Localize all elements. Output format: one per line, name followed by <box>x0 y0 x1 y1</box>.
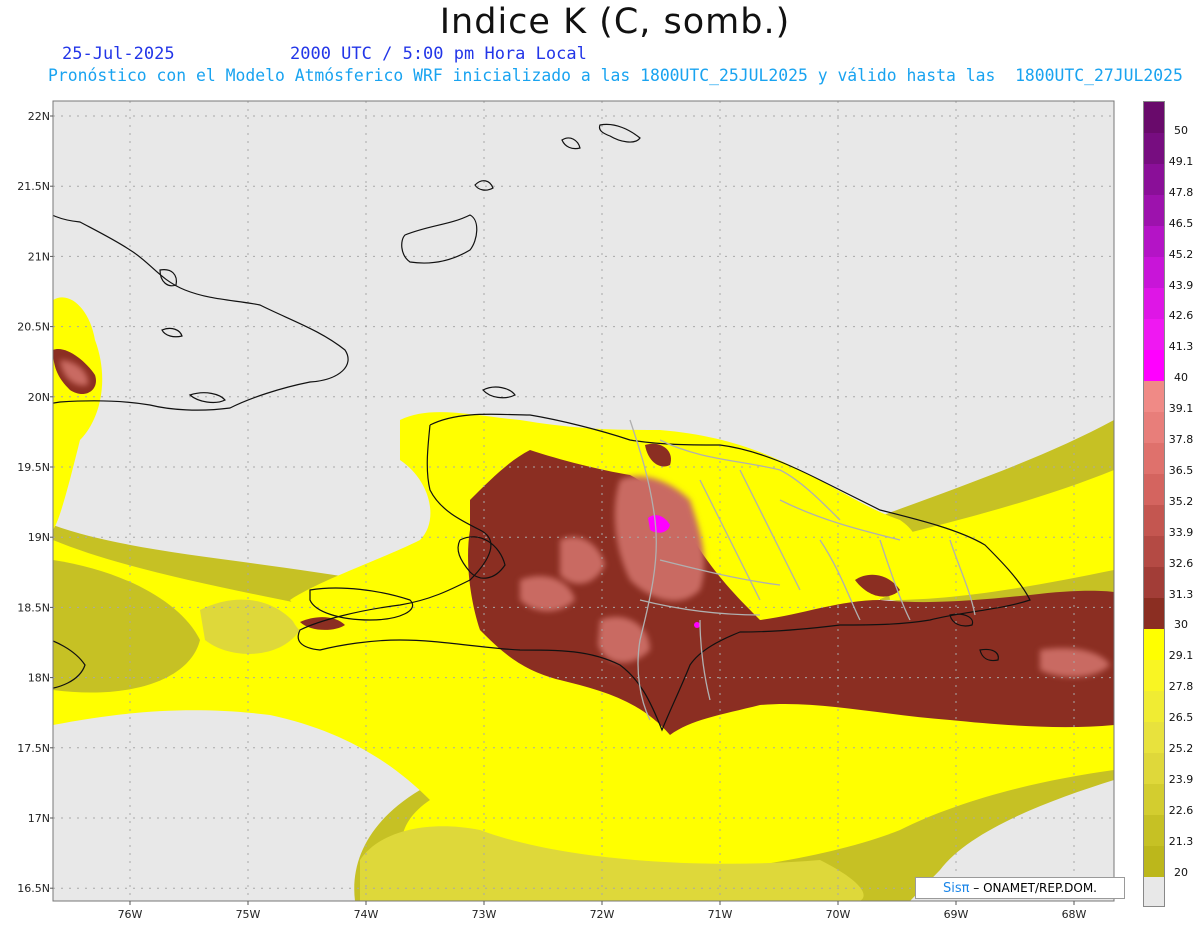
colorbar-label: 30 <box>1174 618 1188 632</box>
lat-label: 17N <box>28 812 50 825</box>
colorbar-label: 36.5 <box>1168 463 1194 477</box>
colorbar-segment <box>1144 412 1164 443</box>
colorbar-segment <box>1144 536 1164 567</box>
colorbar-label: 43.9 <box>1168 278 1194 292</box>
colorbar-segment <box>1144 350 1164 381</box>
colorbar-label: 49.1 <box>1168 154 1194 168</box>
lat-label: 22N <box>28 110 50 123</box>
colorbar-label: 42.6 <box>1168 309 1194 323</box>
colorbar-segment <box>1144 846 1164 877</box>
colorbar-segment <box>1144 815 1164 846</box>
lat-label: 17.5N <box>17 742 50 755</box>
colorbar-label: 32.6 <box>1168 556 1194 570</box>
lon-label: 72W <box>590 908 615 921</box>
colorbar-segment <box>1144 443 1164 474</box>
lat-label: 18.5N <box>17 601 50 614</box>
colorbar-label: 26.5 <box>1168 711 1194 725</box>
colorbar-segment <box>1144 629 1164 660</box>
colorbar-label: 46.5 <box>1168 216 1194 230</box>
colorbar-segment <box>1144 598 1164 629</box>
sisp-logo: Sisπ <box>942 881 970 896</box>
credit-org: – ONAMET/REP.DOM. <box>973 881 1097 895</box>
colorbar-label: 22.6 <box>1168 803 1194 817</box>
magenta-dot <box>694 622 700 628</box>
latitude-ticks: 22N 21.5N 21N 20.5N 20N 19.5N 19N 18.5N 18N 17.5N… <box>17 110 53 895</box>
colorbar-label: 29.1 <box>1168 649 1194 663</box>
colorbar-segment <box>1144 505 1164 536</box>
colorbar-label: 25.2 <box>1168 742 1194 755</box>
colorbar-label: 27.8 <box>1168 680 1194 694</box>
lon-label: 75W <box>236 908 261 921</box>
colorbar-label: 45.2 <box>1168 247 1194 261</box>
lat-label: 16.5N <box>17 882 50 895</box>
colorbar-label: 41.3 <box>1168 340 1194 354</box>
lat-label: 18N <box>28 672 50 685</box>
lon-label: 76W <box>118 908 143 921</box>
weather-map: 22N 21.5N 21N 20.5N 20N 19.5N 19N 18.5N 18N 17.5N… <box>17 100 1115 921</box>
colorbar-label: 20 <box>1174 865 1188 879</box>
colorbar-label: 50 <box>1174 124 1188 137</box>
lat-label: 21N <box>28 250 50 263</box>
colorbar <box>1143 101 1165 907</box>
colorbar-segment <box>1144 257 1164 288</box>
lon-label: 68W <box>1062 908 1087 921</box>
lat-label: 19.5N <box>17 461 50 474</box>
colorbar-segment <box>1144 474 1164 505</box>
lon-label: 74W <box>354 908 379 921</box>
colorbar-segment-below <box>1144 877 1164 906</box>
lat-label: 20.5N <box>17 321 50 334</box>
lon-label: 70W <box>826 908 851 921</box>
colorbar-label: 39.1 <box>1168 402 1194 416</box>
colorbar-label: 33.9 <box>1168 525 1194 539</box>
colorbar-segment <box>1144 784 1164 815</box>
lat-label: 20N <box>28 391 50 404</box>
colorbar-label: 37.8 <box>1168 433 1194 446</box>
colorbar-label: 47.8 <box>1168 185 1194 199</box>
colorbar-segment <box>1144 691 1164 722</box>
colorbar-segment <box>1144 195 1164 226</box>
colorbar-segment <box>1144 164 1164 195</box>
colorbar-segment <box>1144 226 1164 257</box>
colorbar-label: 31.3 <box>1168 587 1194 601</box>
colorbar-label: 21.3 <box>1168 834 1194 848</box>
colorbar-segment <box>1144 381 1164 412</box>
colorbar-segment <box>1144 288 1164 319</box>
lon-label: 69W <box>944 908 969 921</box>
lon-label: 71W <box>708 908 733 921</box>
colorbar-label: 40 <box>1174 371 1188 385</box>
colorbar-segment <box>1144 102 1164 133</box>
longitude-ticks: 76W 75W 74W 73W 72W 71W 70W 69W 68W <box>118 901 1087 921</box>
lat-label: 19N <box>28 531 50 544</box>
colorbar-segment <box>1144 753 1164 784</box>
colorbar-segment <box>1144 722 1164 753</box>
colorbar-label: 23.9 <box>1168 772 1194 786</box>
lon-label: 73W <box>472 908 497 921</box>
colorbar-segment <box>1144 133 1164 164</box>
lat-label: 21.5N <box>17 180 50 193</box>
colorbar-segment <box>1144 567 1164 598</box>
colorbar-segment <box>1144 319 1164 350</box>
credit-box: Sisπ – ONAMET/REP.DOM. <box>915 877 1125 899</box>
colorbar-label: 35.2 <box>1168 494 1194 508</box>
colorbar-segment <box>1144 660 1164 691</box>
